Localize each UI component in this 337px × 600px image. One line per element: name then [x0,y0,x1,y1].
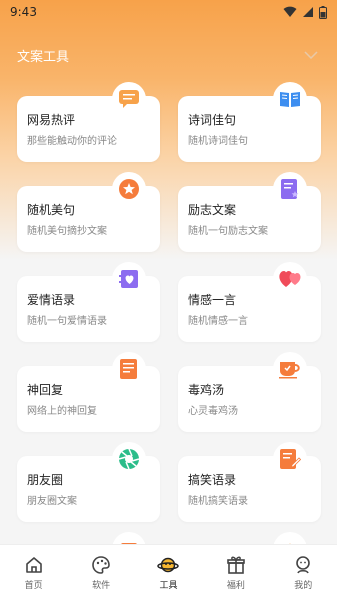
card-subtitle: 随机一句爱情语录 [27,316,107,327]
nav-label: 福利 [226,581,245,591]
book-icon [273,82,307,116]
tool-card-random-sentence[interactable]: 随机美句 随机美句摘抄文案 [17,172,160,252]
card-subtitle: 随机诗词佳句 [188,136,248,147]
card-subtitle: 随机一句励志文案 [188,226,268,237]
tool-card-toxic-soup[interactable]: 毒鸡汤 心灵毒鸡汤 [178,352,321,432]
card-title: 搞笑语录 [188,473,237,487]
card-title: 诗词佳句 [188,113,237,127]
card-title: 爱情语录 [27,293,76,307]
palette-icon [90,554,112,576]
status-bar: 9:43 [0,0,337,24]
status-time: 9:43 [10,5,37,19]
card-title: 情感一言 [188,293,237,307]
star-badge-icon [112,172,146,206]
doc-star-icon [273,172,307,206]
planet-icon [157,554,180,576]
aperture-icon [112,442,146,476]
card-subtitle: 随机情感一言 [188,316,248,327]
wifi-icon [283,6,297,17]
tool-card-funny-quotes[interactable]: 搞笑语录 随机搞笑语录 [178,442,321,522]
tool-card-motivational[interactable]: 励志文案 随机一句励志文案 [178,172,321,252]
message-icon [112,82,146,116]
note-icon [112,352,146,386]
tool-card-god-reply[interactable]: 神回复 网络上的神回复 [17,352,160,432]
nav-label: 我的 [294,581,313,591]
card-subtitle: 朋友圈文案 [27,496,77,507]
card-subtitle: 心灵毒鸡汤 [188,406,238,417]
nav-tools[interactable]: 工具 [138,554,198,591]
card-subtitle: 那些能触动你的评论 [27,136,117,147]
heart-card-icon [112,262,146,296]
nav-label: 软件 [92,581,111,591]
tool-card-netease-comments[interactable]: 网易热评 那些能触动你的评论 [17,82,160,162]
card-title: 神回复 [27,383,64,397]
user-icon [292,554,314,576]
card-title: 励志文案 [188,203,237,217]
tool-card-poetry[interactable]: 诗词佳句 随机诗词佳句 [178,82,321,162]
card-title: 随机美句 [27,203,76,217]
home-icon [23,554,45,576]
chevron-down-icon[interactable] [303,47,319,63]
tool-card-love-quotes[interactable]: 爱情语录 随机一句爱情语录 [17,262,160,342]
card-title: 毒鸡汤 [188,383,225,397]
status-icons [283,5,327,19]
tool-card-moments[interactable]: 朋友圈 朋友圈文案 [17,442,160,522]
card-subtitle: 随机搞笑语录 [188,496,248,507]
card-title: 朋友圈 [27,473,64,487]
edit-doc-icon [273,442,307,476]
nav-label: 首页 [24,581,43,591]
nav-profile[interactable]: 我的 [273,554,333,591]
bottom-navigation: 首页 软件 工具 福利 我的 [0,544,337,600]
nav-software[interactable]: 软件 [71,554,131,591]
signal-icon [303,7,313,17]
page-title: 文案工具 [17,49,70,65]
card-subtitle: 随机美句摘抄文案 [27,226,107,237]
tool-card-emotion[interactable]: 情感一言 随机情感一言 [178,262,321,342]
hearts-icon [273,262,307,296]
page-header: 文案工具 [0,40,337,70]
cup-icon [273,352,307,386]
battery-icon [319,5,327,19]
card-title: 网易热评 [27,113,76,127]
nav-home[interactable]: 首页 [4,554,64,591]
card-subtitle: 网络上的神回复 [27,406,97,417]
nav-label: 工具 [159,581,178,591]
gift-icon [225,554,247,576]
nav-benefits[interactable]: 福利 [206,554,266,591]
